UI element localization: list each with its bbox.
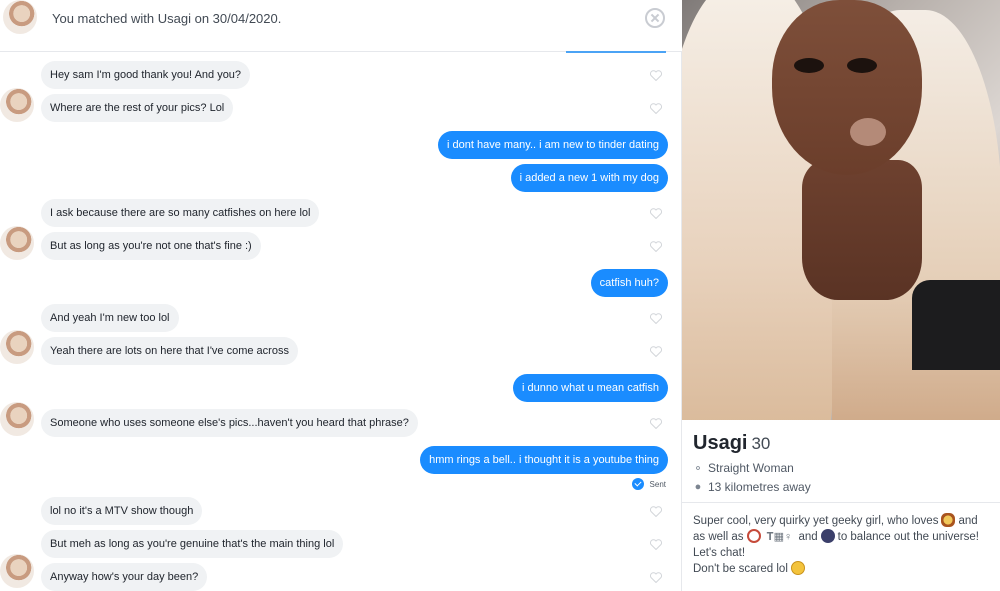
photo-shape — [802, 160, 922, 300]
location-pin-icon: ● — [694, 481, 702, 493]
bio-text: Let's chat! — [693, 547, 746, 559]
sender-avatar[interactable] — [0, 402, 34, 436]
message-incoming[interactable]: Anyway how's your day been? — [41, 563, 208, 591]
profile-name: Usagi — [693, 432, 748, 454]
heart-icon[interactable] — [650, 506, 662, 517]
photo-shape — [772, 0, 922, 175]
sent-label: Sent — [649, 479, 666, 489]
sender-avatar[interactable] — [0, 88, 34, 122]
bio-text: as well as — [693, 531, 744, 543]
heart-icon[interactable] — [650, 539, 662, 550]
ninja-emoji-icon — [820, 529, 835, 543]
chat-panel: You matched with Usagi on 30/04/2020. He… — [0, 0, 682, 591]
message-outgoing[interactable]: i dunno what u mean catfish — [513, 374, 668, 402]
message-outgoing[interactable]: hmm rings a bell.. i thought it is a you… — [420, 446, 668, 474]
message-incoming[interactable]: But meh as long as you're genuine that's… — [41, 530, 344, 558]
profile-bio: Super cool, very quirky yet geeky girl, … — [693, 513, 998, 577]
message-incoming[interactable]: But as long as you're not one that's fin… — [41, 232, 261, 260]
match-avatar[interactable] — [3, 0, 37, 34]
photo-shape — [912, 280, 1000, 370]
match-info-text: You matched with Usagi on 30/04/2020. — [52, 11, 282, 26]
orientation-text: Straight Woman — [708, 461, 794, 475]
message-incoming[interactable]: I ask because there are so many catfishe… — [41, 199, 320, 227]
profile-panel: Usagi 30 ⚬ Straight Woman ● 13 kilometres… — [682, 0, 1000, 591]
message-outgoing[interactable]: i added a new 1 with my dog — [510, 164, 668, 192]
profile-age: 30 — [751, 434, 771, 453]
smile-emoji-icon — [790, 561, 805, 575]
heart-icon[interactable] — [650, 418, 662, 429]
app-window: You matched with Usagi on 30/04/2020. He… — [0, 0, 1000, 591]
sent-status: Sent — [631, 477, 666, 491]
photo-shape — [794, 58, 824, 73]
divider — [682, 502, 1000, 503]
message-incoming[interactable]: Someone who uses someone else's pics...h… — [41, 409, 418, 437]
profile-photo[interactable] — [682, 0, 1000, 420]
heart-icon[interactable] — [650, 241, 662, 252]
bio-text: and — [798, 531, 818, 543]
profile-name-row: Usagi 30 — [693, 432, 770, 455]
sushi-emoji-icon — [746, 529, 761, 543]
message-outgoing[interactable]: catfish huh? — [590, 269, 668, 297]
tools-emoji-icon: 𝐓▦♀ — [766, 531, 793, 543]
orientation-row: ⚬ Straight Woman — [693, 461, 794, 475]
sender-avatar[interactable] — [0, 330, 34, 364]
heart-icon[interactable] — [650, 346, 662, 357]
heart-icon[interactable] — [650, 572, 662, 583]
heart-icon[interactable] — [650, 313, 662, 324]
chat-header: You matched with Usagi on 30/04/2020. — [0, 0, 682, 53]
bio-text: and — [958, 515, 978, 527]
user-icon: ⚬ — [693, 462, 703, 475]
photo-shape — [847, 58, 877, 73]
message-list[interactable]: Hey sam I'm good thank you! And you? Whe… — [0, 53, 682, 591]
bio-text: to balance out the universe! — [837, 531, 979, 543]
heart-icon[interactable] — [650, 208, 662, 219]
distance-text: 13 kilometres away — [708, 480, 811, 494]
message-incoming[interactable]: Where are the rest of your pics? Lol — [41, 94, 234, 122]
message-incoming[interactable]: Hey sam I'm good thank you! And you? — [41, 61, 251, 89]
read-receipt-icon — [631, 478, 644, 490]
photo-shape — [850, 118, 886, 146]
burger-emoji-icon — [941, 513, 956, 527]
heart-icon[interactable] — [650, 70, 662, 81]
sender-avatar[interactable] — [0, 226, 34, 260]
message-outgoing[interactable]: i dont have many.. i am new to tinder da… — [438, 131, 668, 159]
sender-avatar[interactable] — [0, 554, 34, 588]
bio-text: Super cool, very quirky yet geeky girl, … — [693, 515, 939, 527]
bio-text: Don't be scared lol — [693, 563, 788, 575]
distance-row: ● 13 kilometres away — [693, 480, 811, 494]
message-incoming[interactable]: lol no it's a MTV show though — [41, 497, 203, 525]
close-icon[interactable] — [645, 8, 665, 28]
message-incoming[interactable]: And yeah I'm new too lol — [41, 304, 179, 332]
message-incoming[interactable]: Yeah there are lots on here that I've co… — [41, 337, 298, 365]
heart-icon[interactable] — [650, 103, 662, 114]
